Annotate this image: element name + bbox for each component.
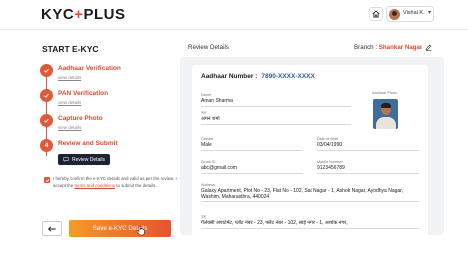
chevron-down-icon: ▾ (428, 10, 432, 16)
arrow-left-icon (47, 225, 56, 232)
name-field: Name Aman Sharma (201, 93, 351, 107)
field-value: 9123456789 (317, 165, 419, 174)
branch-info: Branch : Shankar Nagar (354, 44, 422, 51)
edit-icon[interactable] (425, 44, 432, 51)
review-panel: Aadhaar Number :7890-XXXX-XXXX Aadhaar P… (180, 57, 444, 235)
user-menu[interactable]: Vishal K. ▾ (386, 6, 434, 22)
branch-label: Branch : (354, 44, 379, 51)
review-details-label: Review Details (71, 156, 106, 163)
confirm-text: I hereby confirm the e-KYC details and v… (53, 176, 179, 189)
message-icon (63, 157, 69, 162)
step-title: Aadhaar Verification (58, 65, 121, 72)
field-value: गैलेक्सी अपार्टमेंट, प्लॉट नंबर - 23, फ्… (201, 220, 419, 229)
back-button[interactable] (42, 221, 62, 236)
aadhaar-number-row: Aadhaar Number :7890-XXXX-XXXX (201, 73, 315, 80)
check-icon (40, 114, 53, 127)
review-details-button[interactable]: Review Details (58, 154, 110, 165)
step-title: Review and Submit (58, 140, 118, 147)
aadhaar-details-card: Aadhaar Number :7890-XXXX-XXXX Aadhaar P… (192, 65, 428, 235)
aadhaar-number-label: Aadhaar Number : (201, 73, 258, 80)
check-icon (40, 89, 53, 102)
aadhaar-number-value: 7890-XXXX-XXXX (261, 73, 315, 80)
field-value: Male (201, 142, 303, 151)
step-view-details-link[interactable]: view details (58, 75, 81, 80)
top-header: KYC+PLUS Vishal K. ▾ (0, 0, 468, 30)
aadhaar-photo (373, 99, 398, 129)
logo-text-kyc: KYC (41, 6, 75, 23)
stepper: Aadhaar Verification view details PAN Ve… (40, 60, 170, 175)
field-value: Aman Sharma (201, 98, 351, 107)
check-icon (40, 64, 53, 77)
terms-link[interactable]: terms and conditions (74, 183, 115, 188)
home-icon (372, 10, 380, 18)
step-view-details-link[interactable]: view details (58, 100, 81, 105)
confirm-checkbox[interactable] (44, 177, 50, 183)
review-details-title: Review Details (188, 44, 229, 51)
field-value: 03/04/1990 (317, 142, 419, 151)
check-icon (45, 178, 49, 182)
address-field: Address Galaxy Apartment, Plot No - 23, … (201, 183, 419, 203)
home-button[interactable] (369, 7, 383, 21)
step-title: Capture Photo (58, 115, 103, 122)
page-title: START E-KYC (42, 44, 99, 54)
logo-text-plus: PLUS (83, 6, 126, 23)
save-ekyc-button[interactable]: Save e-KYC Details (69, 220, 171, 237)
branch-name: Shankar Nagar (378, 44, 423, 51)
address-local-field: पता गैलेक्सी अपार्टमेंट, प्लॉट नंबर - 23… (201, 215, 419, 229)
field-value: Galaxy Apartment, Plot No - 23, Flat No … (201, 188, 419, 203)
avatar (389, 9, 400, 20)
email-field: Email ID abc@gmail.com (201, 160, 303, 174)
step-view-details-link[interactable]: view details (58, 125, 81, 130)
name-local-field: नाम अमन शर्मा (201, 111, 351, 125)
mobile-field: Mobile Number 9123456789 (317, 160, 419, 174)
gender-field: Gender Male (201, 137, 303, 151)
step-title: PAN Verification (58, 90, 109, 97)
field-value: abc@gmail.com (201, 165, 303, 174)
dob-field: Date of Birth 03/04/1990 (317, 137, 419, 151)
hand-cursor-icon (136, 225, 145, 236)
step-number: 4 (44, 142, 49, 149)
field-value: अमन शर्मा (201, 116, 351, 125)
kycplus-logo[interactable]: KYC+PLUS (41, 7, 125, 23)
user-name: Vishal K. (403, 10, 425, 16)
step-number-badge: 4 (40, 139, 53, 152)
aadhaar-photo-label: Aadhaar Photo (372, 91, 398, 95)
confirm-text-part: to submit the details. (115, 182, 157, 188)
